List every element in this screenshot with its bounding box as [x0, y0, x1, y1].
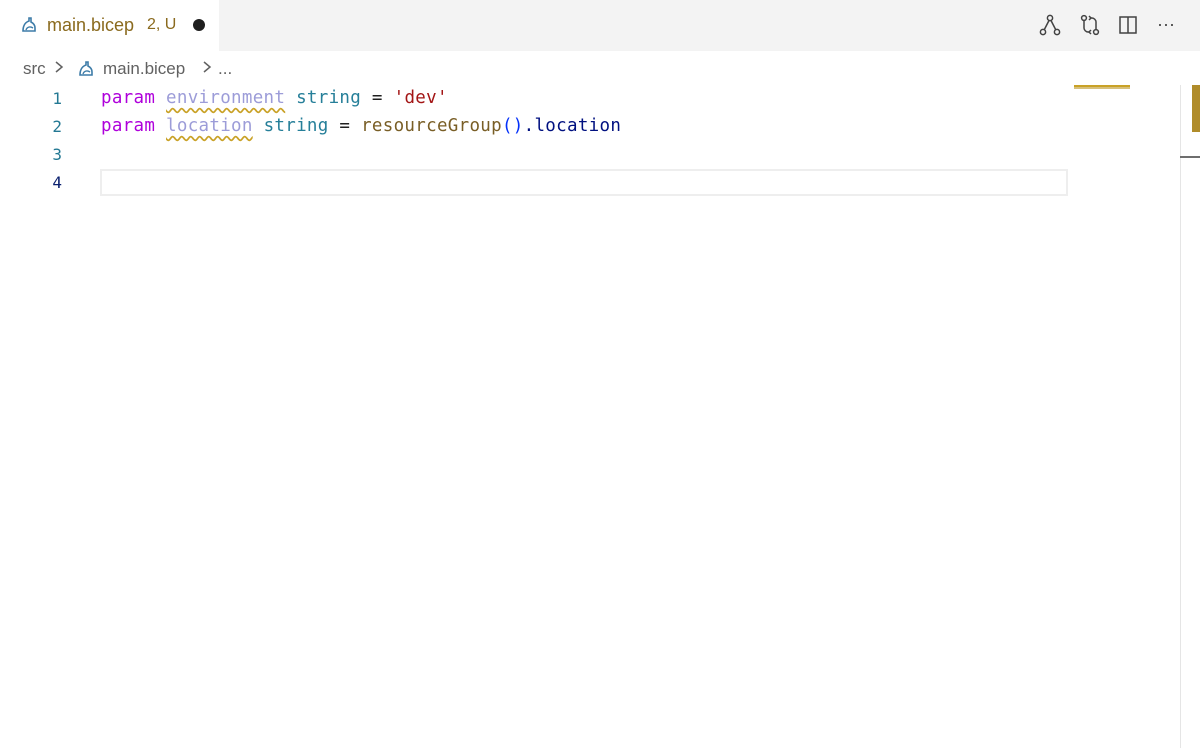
line-number: 2: [52, 117, 62, 136]
code-line[interactable]: 4: [0, 169, 1068, 197]
code-line[interactable]: 2 param location string = resourceGroup(…: [0, 113, 1068, 141]
code-token: environment: [166, 88, 286, 108]
code-token: param: [101, 116, 156, 136]
breadcrumb-more[interactable]: ...: [218, 59, 232, 79]
code-token: string: [263, 116, 329, 136]
compare-changes-icon[interactable]: [1078, 13, 1102, 37]
code-token: =: [328, 116, 362, 136]
unsaved-dot-icon[interactable]: [193, 19, 205, 31]
code-token: .location: [523, 116, 622, 136]
code-token: 'dev': [393, 88, 448, 108]
more-actions-icon[interactable]: ···: [1154, 13, 1178, 37]
editor-tab-bar: main.bicep 2, U ···: [0, 0, 1200, 51]
tab-status-badge: 2, U: [147, 16, 177, 33]
scrollbar-cursor-marker: [1180, 156, 1200, 158]
minimap[interactable]: [1072, 85, 1180, 748]
vertical-scrollbar[interactable]: [1180, 85, 1200, 748]
minimap-line: [1074, 87, 1130, 89]
line-content[interactable]: param environment string = 'dev': [101, 88, 448, 108]
line-number: 4: [52, 173, 62, 192]
chevron-right-icon: [53, 59, 65, 75]
code-token: (): [501, 116, 524, 136]
bicep-file-icon: [77, 60, 95, 78]
code-token: resourceGroup: [361, 116, 502, 136]
code-token: string: [296, 88, 362, 108]
breadcrumb-folder[interactable]: src: [23, 59, 46, 79]
code-line[interactable]: 3: [0, 141, 1068, 169]
chevron-right-icon: [201, 59, 213, 75]
line-number: 3: [52, 145, 62, 164]
line-number: 1: [52, 89, 62, 108]
breadcrumb: src main.bicep ...: [0, 51, 1200, 85]
visualize-icon[interactable]: [1038, 13, 1062, 37]
tab-label: main.bicep: [47, 15, 135, 35]
scrollbar-warning-marker: [1192, 85, 1200, 132]
code-line[interactable]: 1 param environment string = 'dev': [0, 85, 1068, 113]
code-editor[interactable]: 1 param environment string = 'dev' 2 par…: [0, 85, 1072, 748]
bicep-file-icon: [20, 16, 38, 34]
split-editor-icon[interactable]: [1116, 13, 1140, 37]
line-content[interactable]: param location string = resourceGroup().…: [101, 116, 621, 136]
code-token: location: [166, 116, 253, 136]
tab-main-bicep[interactable]: main.bicep 2, U: [0, 0, 219, 51]
code-token: param: [101, 88, 156, 108]
breadcrumb-file[interactable]: main.bicep: [103, 59, 185, 79]
code-token: =: [361, 88, 394, 108]
